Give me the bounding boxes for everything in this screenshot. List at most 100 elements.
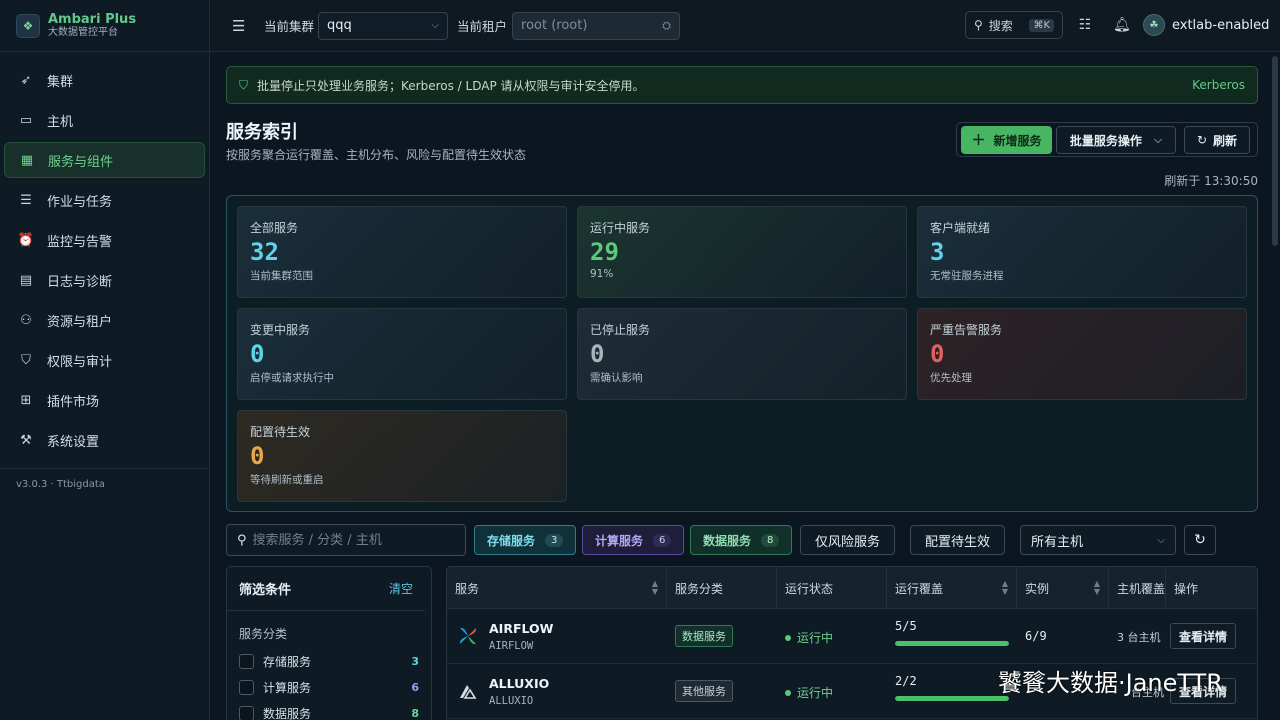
chevron-down-icon: ⌵ (431, 20, 440, 31)
brand[interactable]: ❖ Ambari Plus 大数据管控平台 (0, 0, 209, 52)
task-list-icon[interactable]: ☷ (1077, 17, 1093, 33)
cluster-select[interactable]: qqq ⌵ (318, 11, 449, 40)
checkbox[interactable] (239, 653, 254, 669)
column-header-coverage[interactable]: 运行覆盖 ▲ ▼ (887, 567, 1017, 609)
sort-icon: ▲ ▼ (1001, 579, 1008, 596)
stat-card-critical-alerts[interactable]: 严重告警服务 0 优先处理 (917, 308, 1247, 400)
brand-subtitle: 大数据管控平台 (48, 27, 118, 38)
bell-icon[interactable]: 🔔︎ (1113, 17, 1131, 33)
stat-card-total[interactable]: 全部服务 32 当前集群范围 (237, 206, 567, 298)
filter-panel-title: 筛选条件 (239, 583, 292, 598)
refresh-icon: ↻ (1194, 532, 1206, 548)
filter-panel-header: 筛选条件 清空 (227, 567, 425, 611)
column-header-hosts: 主机覆盖 (1109, 567, 1165, 609)
sidebar-item-security[interactable]: ⛉ 权限与审计 (4, 342, 205, 378)
chip-label: 存储服务 (487, 533, 536, 548)
header-label: 运行状态 (785, 581, 834, 596)
chip-data-services[interactable]: 数据服务 8 (690, 525, 793, 555)
sidebar-item-label: 系统设置 (47, 434, 100, 450)
option-label: 数据服务 (263, 706, 312, 720)
stat-card-stopped[interactable]: 已停止服务 0 需确认影响 (577, 308, 907, 400)
stat-card-client-ready[interactable]: 客户端就绪 3 无常驻服务进程 (917, 206, 1247, 298)
sidebar-item-resources[interactable]: ⚇ 资源与租户 (4, 302, 205, 338)
chip-compute-services[interactable]: 计算服务 6 (582, 525, 685, 555)
sidebar-item-plugins[interactable]: ⊞ 插件市场 (4, 382, 205, 418)
service-name[interactable]: ALLUXIO (489, 676, 549, 691)
shield-icon: ⛉ (239, 77, 249, 92)
service-search-input[interactable] (252, 532, 453, 548)
status-dot (785, 689, 791, 696)
stat-label: 客户端就绪 (930, 221, 991, 235)
coverage-bar-fill (895, 696, 1009, 701)
host-select-value: 所有主机 (1031, 534, 1084, 550)
header-label: 实例 (1025, 581, 1050, 596)
checkbox[interactable] (239, 705, 254, 720)
filter-option-data[interactable]: 数据服务 8 (227, 700, 431, 720)
refresh-label: 刷新 (1213, 133, 1238, 148)
sidebar-item-jobs[interactable]: ☰ 作业与任务 (4, 182, 205, 218)
stat-card-changing[interactable]: 变更中服务 0 启停或请求执行中 (237, 308, 567, 400)
category-badge: 数据服务 (675, 625, 733, 647)
reload-button[interactable]: ↻ (1184, 525, 1216, 555)
refresh-time: 刷新于 13:30:50 (1164, 174, 1258, 188)
refresh-icon: ↻ (1196, 133, 1208, 147)
add-service-button[interactable]: ＋ 新增服务 (961, 126, 1052, 154)
plugin-icon: ⊞ (20, 392, 32, 408)
column-header-service[interactable]: 服务 ▲ ▼ (447, 567, 667, 609)
sidebar-item-monitoring[interactable]: ⏰ 监控与告警 (4, 222, 205, 258)
filter-option-storage[interactable]: 存储服务 3 (227, 648, 431, 674)
coverage-value: 2/2 (895, 674, 917, 688)
sidebar-item-label: 服务与组件 (48, 154, 114, 170)
chip-count: 3 (545, 533, 564, 547)
sidebar-item-cluster[interactable]: ➶ 集群 (4, 62, 205, 98)
search-shortcut: ⌘K (1029, 18, 1054, 32)
coverage-value: 5/5 (895, 619, 917, 633)
host-select[interactable]: 所有主机 ⌵ (1020, 525, 1176, 555)
chip-storage-services[interactable]: 存储服务 3 (474, 525, 577, 555)
chip-label: 计算服务 (595, 533, 644, 548)
pending-config-button[interactable]: 配置待生效 (910, 525, 1006, 555)
filter-option-compute[interactable]: 计算服务 6 (227, 674, 431, 700)
stat-card-running[interactable]: 运行中服务 29 91% (577, 206, 907, 298)
sidebar-item-label: 集群 (47, 74, 74, 90)
plus-icon: ＋ (971, 133, 986, 149)
tenant-tree-icon: ⛭ (662, 18, 672, 32)
user-menu[interactable]: ☘ extlab-enabled (1143, 14, 1269, 36)
add-service-label: 新增服务 (993, 133, 1042, 148)
bulk-actions-label: 批量服务操作 (1069, 133, 1142, 148)
stat-label: 变更中服务 (250, 323, 311, 337)
page-scrollbar[interactable] (1272, 56, 1278, 246)
username: extlab-enabled (1172, 17, 1270, 33)
table-row[interactable]: AIRFLOW AIRFLOW 数据服务 运行中 5/5 6/9 3 台主机 查… (447, 609, 1257, 664)
clear-filters-link[interactable]: 清空 (389, 580, 413, 597)
risk-only-button[interactable]: 仅风险服务 (800, 525, 896, 555)
app-logo-icon: ❖ (16, 13, 40, 38)
view-details-button[interactable]: 查看详情 (1170, 623, 1236, 649)
sort-icon: ▲ ▼ (1093, 579, 1100, 596)
refresh-button[interactable]: ↻ 刷新 (1184, 126, 1250, 154)
status-dot (785, 634, 791, 641)
stat-desc: 91% (590, 268, 614, 280)
coverage-cell: 5/5 (895, 619, 1009, 646)
bulk-actions-button[interactable]: 批量服务操作 ⌵ (1056, 126, 1176, 154)
sidebar-item-hosts[interactable]: ▭ 主机 (4, 102, 205, 138)
instances-value: 6/9 (1025, 629, 1047, 643)
banner-kerberos-link[interactable]: Kerberos (1192, 78, 1245, 92)
coverage-cell: 2/2 (895, 674, 1009, 701)
sidebar-item-settings[interactable]: ⚒ 系统设置 (4, 422, 205, 458)
sidebar-item-label: 资源与租户 (47, 314, 113, 330)
service-name[interactable]: AIRFLOW (489, 621, 553, 636)
service-search-box[interactable]: ⚲ (226, 524, 466, 556)
checkbox[interactable] (239, 679, 254, 695)
log-file-icon: ▤ (19, 272, 33, 288)
global-search-button[interactable]: ⚲ 搜索 ⌘K (965, 11, 1063, 39)
sidebar-item-logs[interactable]: ▤ 日志与诊断 (4, 262, 205, 298)
status-label: 运行中 (797, 686, 834, 700)
column-header-status: 运行状态 (777, 567, 887, 609)
stat-card-pending-config[interactable]: 配置待生效 0 等待刷新或重启 (237, 410, 567, 502)
list-icon: ☰ (20, 192, 32, 208)
menu-toggle-icon[interactable]: ☰ (232, 18, 248, 34)
column-header-instances[interactable]: 实例 ▲ ▼ (1017, 567, 1109, 609)
topbar: ☰ 当前集群 qqq ⌵ 当前租户 root (root) ⛭ ⚲ 搜索 ⌘K … (210, 0, 1280, 52)
sidebar-item-services[interactable]: ▦ 服务与组件 (4, 142, 205, 178)
